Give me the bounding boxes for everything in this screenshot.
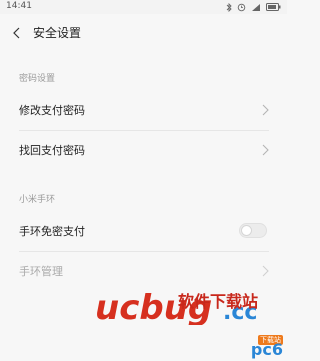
alarm-icon [237, 3, 246, 11]
modify-payment-password-row[interactable]: 修改支付密码 [0, 90, 287, 130]
section-label-password: 密码设置 [19, 74, 56, 84]
chevron-left-icon [13, 27, 20, 39]
row-label: 找回支付密码 [19, 144, 85, 157]
status-icons [226, 2, 281, 12]
header: 安全设置 [0, 14, 287, 52]
watermark-text: 软件下载站 [178, 292, 259, 311]
band-password-free-pay-toggle[interactable] [239, 223, 267, 238]
status-time: 14:41 [6, 1, 32, 11]
watermark-site: pc6 [250, 340, 283, 359]
row-label: 手环免密支付 [19, 225, 85, 238]
row-label: 修改支付密码 [19, 104, 85, 117]
section-label-mi-band: 小米手环 [19, 195, 56, 205]
toggle-knob [241, 225, 252, 236]
battery-icon [266, 3, 281, 11]
recover-payment-password-row[interactable]: 找回支付密码 [0, 130, 287, 170]
signal-icon [252, 3, 260, 11]
row-label: 手环管理 [19, 265, 63, 278]
band-password-free-pay-row: 手环免密支付 [0, 211, 287, 251]
status-bar: 14:41 [0, 0, 287, 14]
chevron-right-icon [262, 104, 269, 116]
chevron-right-icon [262, 144, 269, 156]
back-button[interactable] [9, 25, 25, 41]
chevron-right-icon [262, 265, 269, 277]
page-title: 安全设置 [33, 26, 82, 40]
bluetooth-icon [226, 2, 232, 12]
